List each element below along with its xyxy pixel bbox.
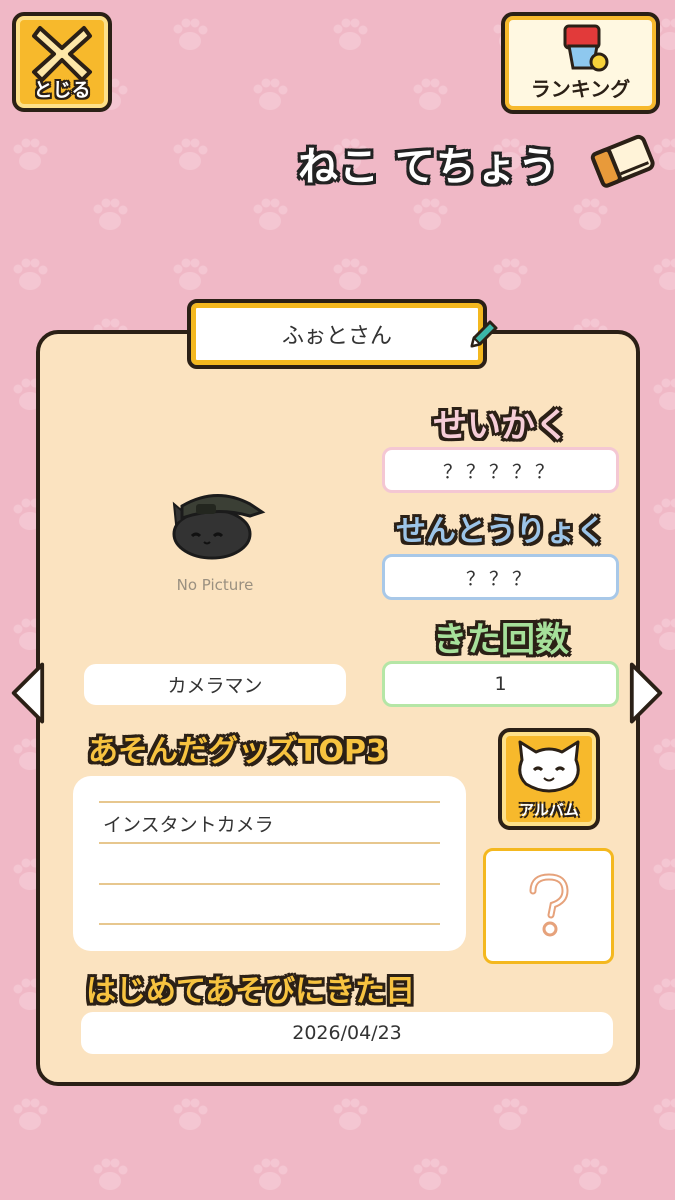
first-visit-date: 2026/04/23 xyxy=(81,1012,613,1054)
personality-value: ？？？？？ xyxy=(382,447,619,493)
goods-rule xyxy=(99,883,440,885)
close-label: とじる xyxy=(33,79,91,101)
first-visit-heading: はじめてあそびにきた日 xyxy=(86,974,416,1009)
cat-silhouette-icon xyxy=(172,494,266,560)
no-picture-label: No Picture xyxy=(176,576,254,594)
power-heading: せんとうりょく xyxy=(396,514,606,549)
goods-rule xyxy=(99,842,440,844)
pencil-icon[interactable] xyxy=(466,316,502,352)
question-mark-icon xyxy=(529,873,569,937)
cat-name: ふぉとさん xyxy=(281,324,392,349)
visits-heading: きた回数 xyxy=(433,620,569,660)
ranking-button[interactable]: ランキング xyxy=(501,12,660,114)
notebook-icon xyxy=(590,134,655,188)
album-label: アルバム xyxy=(519,801,579,819)
goods-top3-list: インスタントカメラ xyxy=(73,776,466,951)
goods-top3-heading: あそんだグッズTOP3 xyxy=(88,734,387,769)
album-button[interactable]: アルバム xyxy=(498,728,600,830)
ranking-label: ランキング xyxy=(530,77,631,101)
visits-value: 1 xyxy=(382,661,619,707)
cat-face-icon xyxy=(518,740,580,793)
required-goods-field: カメラマン xyxy=(84,664,346,705)
goods-rule xyxy=(99,923,440,925)
chevron-right-icon[interactable] xyxy=(628,660,666,726)
goods-item-1: インスタントカメラ xyxy=(103,814,274,836)
goods-rule xyxy=(99,801,440,803)
personality-heading: せいかく xyxy=(433,406,569,446)
power-value: ？？？ xyxy=(382,554,619,600)
chevron-left-icon[interactable] xyxy=(8,660,46,726)
mystery-item-button[interactable] xyxy=(483,848,614,964)
trophy-cup-icon xyxy=(563,24,609,72)
cat-name-field[interactable]: ふぉとさん xyxy=(187,299,487,369)
close-button[interactable]: とじる xyxy=(12,12,112,112)
page-title: ねこ てちょう xyxy=(298,144,559,190)
